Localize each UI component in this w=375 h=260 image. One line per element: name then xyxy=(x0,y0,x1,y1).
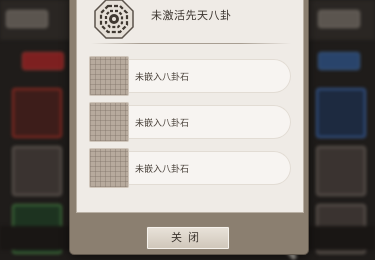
slot-row-1[interactable]: 未嵌入八卦石 xyxy=(89,56,295,96)
slot-label: 未嵌入八卦石 xyxy=(135,119,190,129)
slot-label: 未嵌入八卦石 xyxy=(135,165,190,175)
bagua-dialog: 未激活先天八卦 未嵌入八卦石 未嵌入八卦石 未嵌入八卦石 关闭 xyxy=(70,0,308,254)
background-button xyxy=(6,10,48,28)
slot-pill xyxy=(103,105,291,139)
bagua-octagon-icon xyxy=(94,0,134,39)
background-item-slot xyxy=(316,88,366,138)
slot-pill xyxy=(103,59,291,93)
background-item-slot xyxy=(316,146,366,196)
background-button xyxy=(22,52,64,70)
slot-row-3[interactable]: 未嵌入八卦石 xyxy=(89,148,295,188)
slot-list: 未嵌入八卦石 未嵌入八卦石 未嵌入八卦石 xyxy=(89,56,295,194)
dialog-panel: 未激活先天八卦 未嵌入八卦石 未嵌入八卦石 未嵌入八卦石 xyxy=(76,0,304,213)
empty-socket-icon[interactable] xyxy=(89,148,129,188)
background-item-slot xyxy=(12,146,62,196)
background-button xyxy=(318,10,360,28)
slot-row-2[interactable]: 未嵌入八卦石 xyxy=(89,102,295,142)
empty-socket-icon[interactable] xyxy=(89,56,129,96)
empty-socket-icon[interactable] xyxy=(89,102,129,142)
slot-label: 未嵌入八卦石 xyxy=(135,73,190,83)
slot-pill xyxy=(103,151,291,185)
background-button xyxy=(318,52,360,70)
close-button[interactable]: 关闭 xyxy=(146,226,230,250)
dialog-title: 未激活先天八卦 xyxy=(151,9,232,22)
background-item-slot xyxy=(12,88,62,138)
title-divider xyxy=(91,43,291,44)
